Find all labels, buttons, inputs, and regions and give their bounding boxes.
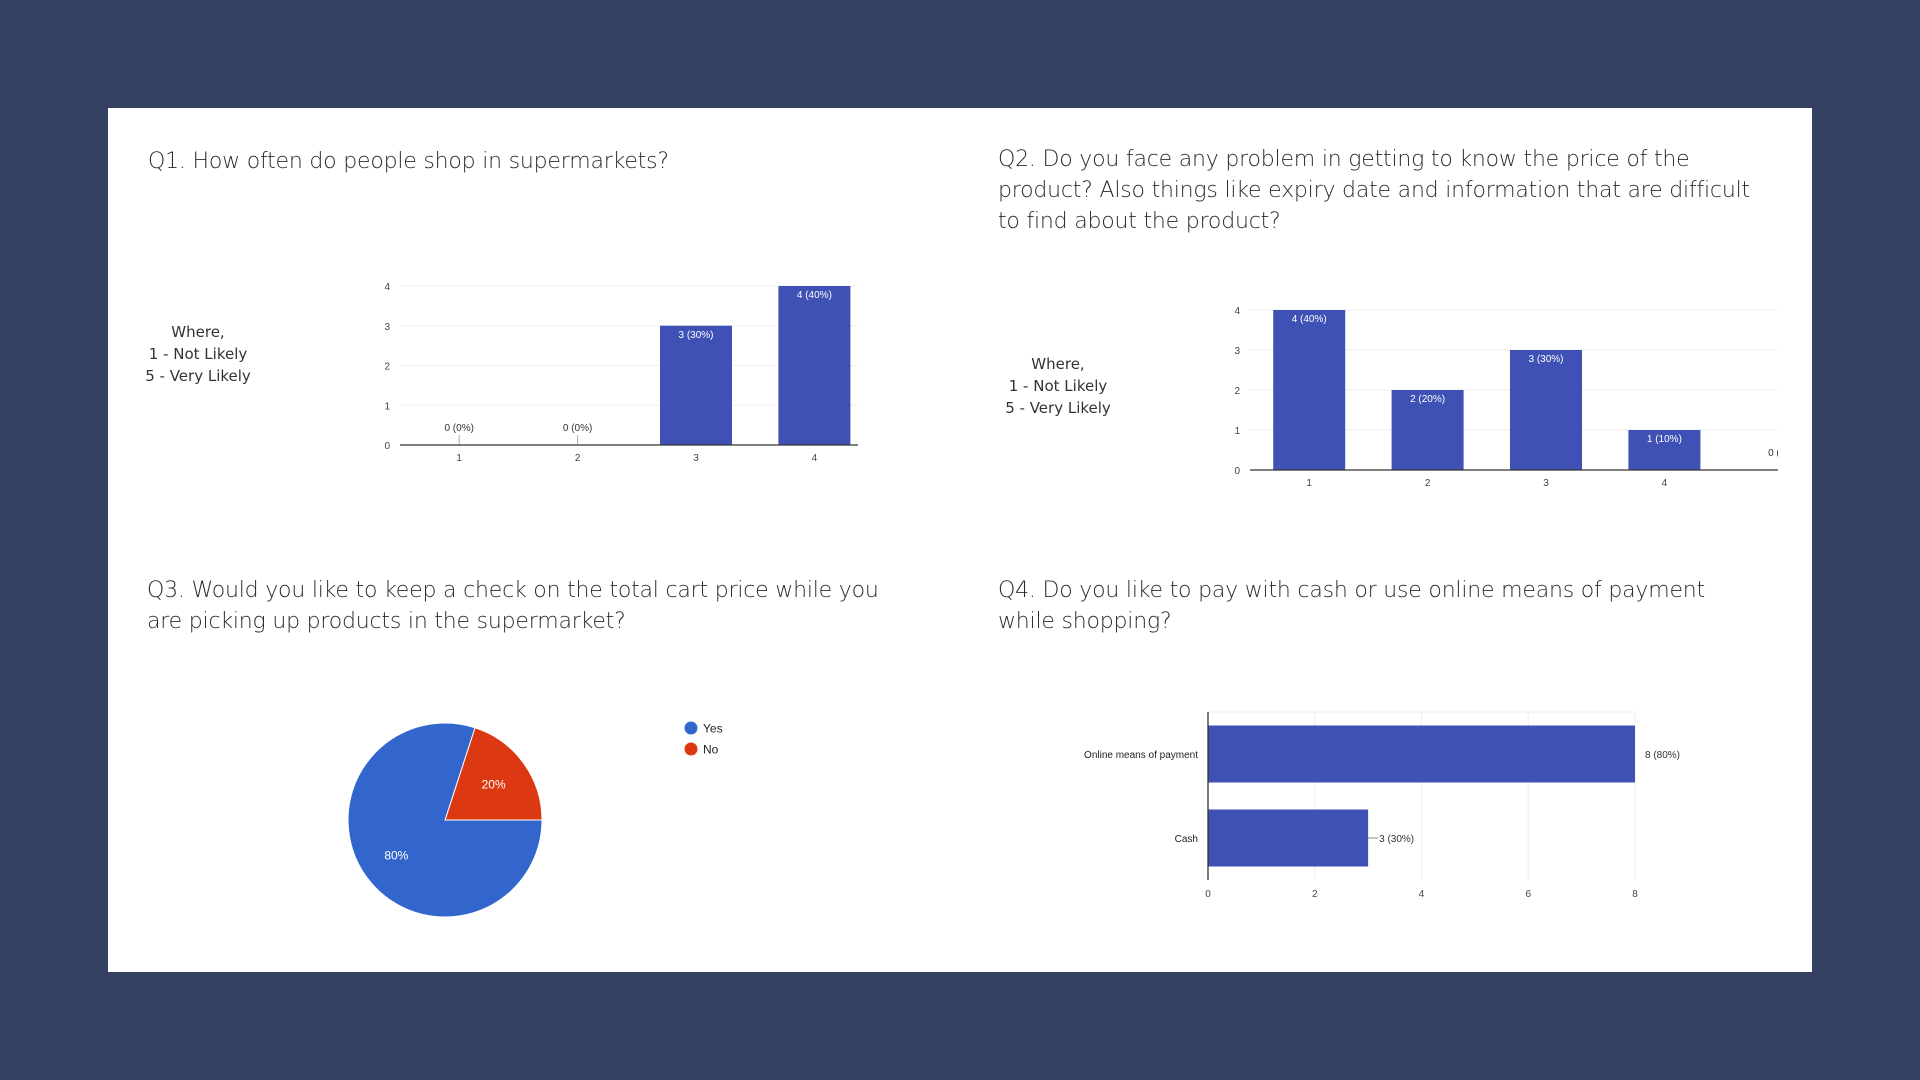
y-tick-label: 4	[384, 282, 390, 293]
q1-note-line: Where,	[171, 323, 225, 341]
q3-title: Q3. Would you like to keep a check on th…	[147, 578, 879, 634]
y-tick-label: 0	[1234, 466, 1240, 477]
legend-label: Yes	[703, 722, 723, 736]
y-tick-label: 2	[384, 362, 390, 373]
data-label: 2 (20%)	[1410, 394, 1445, 405]
data-label: 3 (30%)	[1379, 834, 1414, 845]
bar	[778, 286, 851, 445]
q2-note-line: 1 - Not Likely	[1008, 377, 1108, 395]
bar	[1273, 310, 1346, 470]
q1-note-line: 1 - Not Likely	[148, 345, 248, 363]
x-tick-label: 3	[1543, 478, 1549, 489]
q4-title: Q4. Do you like to pay with cash or use …	[998, 578, 1705, 634]
q4-horizontal-bar-chart: 0 2 4 6 8 Online means of payment 8 (80%) Cash 3…	[1084, 711, 1680, 900]
q2-scale-note: Where, 1 - Not Likely 5 - Very Likely	[988, 353, 1128, 419]
y-category-label: Online means of payment	[1084, 750, 1198, 761]
x-tick-label: 8	[1632, 889, 1638, 900]
x-tick-label: 2	[1312, 889, 1318, 900]
y-tick-label: 3	[384, 322, 390, 333]
x-tick-label: 4	[1419, 889, 1425, 900]
legend-label: No	[703, 743, 719, 757]
x-tick-label: 6	[1525, 889, 1531, 900]
pie-data-label: 80%	[384, 848, 408, 862]
bar	[660, 325, 732, 445]
legend-marker	[684, 742, 698, 756]
data-label: 3 (30%)	[678, 330, 713, 341]
x-tick-label: 1	[1306, 478, 1312, 489]
y-tick-label: 0	[384, 441, 390, 452]
y-tick-label: 2	[1234, 386, 1240, 397]
x-tick-label: 4	[812, 453, 818, 464]
q1-bar-chart: 012340 (0%)10 (0%)23 (30%)34 (40%)43 (30…	[384, 282, 858, 464]
q2-note-line: Where,	[1031, 355, 1085, 373]
data-label: 4 (40%)	[797, 290, 832, 301]
data-label: 1 (10%)	[1647, 434, 1682, 445]
q1-scale-note: Where, 1 - Not Likely 5 - Very Likely	[128, 321, 268, 387]
data-label: 3 (30%)	[1528, 354, 1563, 365]
q1-title: Q1. How often do people shop in supermar…	[148, 149, 669, 174]
x-tick-label: 4	[1662, 478, 1668, 489]
data-label: 4 (40%)	[1292, 314, 1327, 325]
q2-title: Q2. Do you face any problem in getting t…	[998, 147, 1750, 234]
y-tick-label: 1	[384, 401, 390, 412]
x-tick-label: 2	[575, 453, 581, 464]
y-tick-label: 4	[1234, 306, 1240, 317]
data-label: 0 (0%)	[444, 423, 473, 434]
y-category-label: Cash	[1175, 834, 1198, 845]
x-tick-label: 3	[693, 453, 699, 464]
y-tick-label: 3	[1234, 346, 1240, 357]
y-tick-label: 1	[1234, 426, 1240, 437]
legend-marker	[684, 721, 698, 735]
q1-note-line: 5 - Very Likely	[145, 367, 251, 385]
bar	[1208, 809, 1369, 867]
data-label: 8 (80%)	[1645, 750, 1680, 761]
q2-bar-chart: 0 1 2 3 4 4 (40%) 1 2 (20%) 2 3 (30%) 3 1 (10%) 4 0 (…	[1234, 306, 1778, 489]
bar	[1208, 725, 1635, 783]
data-label: 0 (0%)	[1768, 448, 1778, 459]
x-tick-label: 0	[1205, 889, 1211, 900]
pie-data-label: 20%	[482, 778, 506, 792]
slide-card: Q1. How often do people shop in supermar…	[108, 108, 1812, 972]
q2-note-line: 5 - Very Likely	[1005, 399, 1111, 417]
q3-pie-chart: 20% 80% Yes No	[347, 721, 723, 918]
x-tick-label: 2	[1425, 478, 1431, 489]
x-tick-label: 1	[456, 453, 462, 464]
data-label: 0 (0%)	[563, 423, 592, 434]
bar	[1510, 350, 1582, 470]
